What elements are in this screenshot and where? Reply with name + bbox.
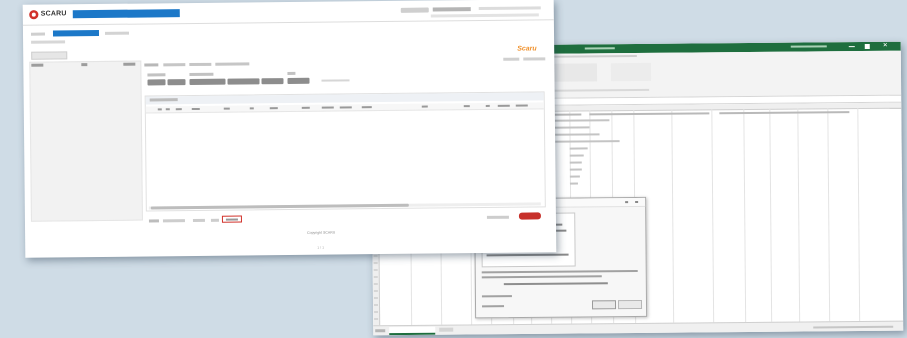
tab-3[interactable] — [189, 62, 212, 67]
col-header-6[interactable] — [249, 107, 254, 110]
sheet-tab-active[interactable] — [389, 326, 436, 336]
footer-copyright: Copyright SCARU — [307, 230, 336, 235]
page-subtitle — [31, 40, 66, 44]
back-button[interactable] — [31, 51, 68, 60]
data-cell — [569, 161, 582, 164]
primary-action-button[interactable] — [518, 212, 541, 220]
sheet-nav[interactable] — [375, 329, 386, 333]
filter-label-2 — [81, 63, 88, 67]
breadcrumb-current — [52, 29, 100, 37]
dialog-help-icon[interactable] — [625, 201, 629, 204]
download-label — [225, 218, 238, 221]
footer-option-1[interactable] — [148, 219, 159, 223]
background: { "colors": { "brand_red": "#d1312a", "s… — [0, 0, 907, 338]
data-cell — [589, 112, 710, 116]
dialog-description-3 — [503, 282, 608, 286]
pill-group-label-3 — [287, 71, 296, 76]
col-header-7[interactable] — [269, 107, 278, 110]
header-title-bar — [72, 9, 180, 19]
data-cell — [569, 154, 584, 157]
filter-pill-3[interactable] — [189, 78, 226, 86]
footer-option-3[interactable] — [192, 218, 205, 223]
breadcrumb-extra — [104, 31, 130, 35]
col-header-4[interactable] — [191, 107, 200, 111]
pagination-info — [486, 215, 509, 219]
dialog-field-label — [481, 295, 512, 298]
excel-file-name — [584, 47, 615, 50]
col-header-13[interactable] — [463, 105, 470, 108]
sheet-tab-2[interactable] — [439, 327, 454, 332]
dialog-description-1 — [481, 269, 638, 274]
col-header-14[interactable] — [485, 104, 490, 107]
tab-1[interactable] — [144, 63, 159, 67]
data-cell — [719, 111, 850, 115]
minimize-icon[interactable] — [848, 46, 855, 48]
header-user-info — [478, 6, 541, 11]
col-header-1[interactable] — [157, 108, 162, 111]
ribbon-group-6[interactable] — [610, 62, 652, 82]
col-header-16[interactable] — [515, 104, 528, 107]
results-table — [144, 91, 546, 212]
col-header-11[interactable] — [361, 106, 372, 109]
col-header-2[interactable] — [165, 108, 170, 111]
app-header: SCARU — [22, 0, 554, 26]
scaru-logo-text: SCARU — [40, 10, 67, 18]
filter-pill-4[interactable] — [227, 78, 260, 85]
brand-sub-2 — [523, 57, 546, 61]
breadcrumb-home[interactable] — [30, 32, 46, 36]
excel-user — [790, 45, 827, 48]
dialog-cancel-button[interactable] — [617, 299, 643, 310]
tab-4[interactable] — [215, 62, 250, 66]
horizontal-scrollbar[interactable] — [148, 202, 541, 210]
footer-option-2[interactable] — [162, 219, 185, 223]
status-zoom[interactable] — [813, 325, 894, 329]
header-sub-links[interactable] — [430, 13, 539, 18]
data-cell — [569, 182, 578, 185]
col-header-12[interactable] — [421, 105, 428, 108]
col-header-8[interactable] — [301, 106, 310, 109]
dialog-ok-button[interactable] — [591, 300, 617, 310]
footer-option-4[interactable] — [210, 218, 219, 222]
filter-pill-2[interactable] — [167, 79, 186, 86]
col-header-9[interactable] — [321, 106, 334, 109]
close-icon[interactable]: ✕ — [883, 42, 888, 49]
data-cell — [569, 175, 580, 178]
tab-2[interactable] — [163, 63, 186, 67]
scaru-logo-icon — [29, 10, 39, 20]
filter-label-3 — [123, 62, 136, 66]
scrollbar-thumb[interactable] — [150, 203, 409, 210]
dialog-description-2 — [481, 275, 602, 279]
pill-group-label-2 — [189, 72, 214, 77]
table-toolbar-label — [149, 98, 178, 102]
dialog-option-6[interactable] — [486, 253, 569, 257]
search-panel — [29, 60, 143, 222]
maximize-icon[interactable] — [864, 43, 870, 50]
col-header-15[interactable] — [497, 104, 510, 107]
header-user-name — [432, 7, 471, 12]
filter-pill-5[interactable] — [261, 78, 284, 85]
highlighted-download-button[interactable] — [221, 215, 242, 223]
filter-label-1 — [31, 63, 44, 67]
header-dropdown[interactable] — [400, 7, 429, 13]
scaru-browser-window: SCARU Scaru Copyright SCARU 1 / 1 — [22, 0, 557, 258]
filter-pill-1[interactable] — [147, 79, 166, 86]
dialog-close-icon[interactable] — [635, 200, 639, 204]
scaru-orange-logo: Scaru — [517, 45, 537, 53]
scaru-logo[interactable]: SCARU — [29, 9, 69, 20]
col-header-10[interactable] — [339, 106, 352, 109]
data-cell — [569, 147, 588, 150]
filter-note — [321, 79, 350, 82]
col-header-3[interactable] — [175, 108, 182, 111]
data-cell — [569, 168, 582, 171]
dialog-footer-link[interactable] — [482, 305, 505, 308]
col-header-5[interactable] — [223, 107, 230, 110]
excel-window-controls[interactable]: ✕ — [845, 43, 897, 50]
filter-pill-6[interactable] — [287, 77, 310, 85]
pill-group-label-1 — [147, 73, 166, 77]
brand-sub-1 — [503, 57, 520, 61]
footer-page-number: 1 / 1 — [317, 245, 325, 250]
